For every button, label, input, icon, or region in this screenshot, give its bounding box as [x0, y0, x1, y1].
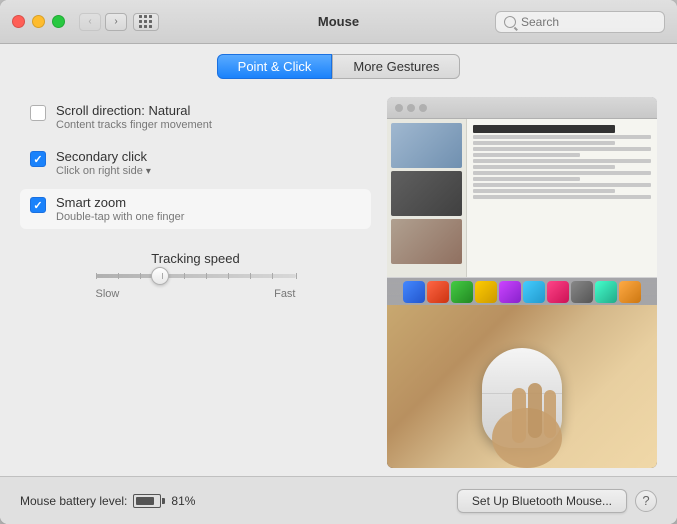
slider-slow-label: Slow — [96, 288, 120, 300]
sidebar-image-3 — [391, 219, 462, 264]
search-bar[interactable] — [495, 11, 665, 33]
smart-zoom-subtitle: Double-tap with one finger — [56, 211, 184, 223]
nav-buttons: ‹ › — [79, 13, 127, 31]
content-line-8 — [473, 177, 580, 181]
slider-track — [96, 274, 296, 278]
scroll-direction-title: Scroll direction: Natural — [56, 103, 212, 118]
dock-bar — [387, 277, 657, 305]
search-icon — [504, 16, 516, 28]
close-button[interactable] — [12, 15, 25, 28]
smart-zoom-option: Smart zoom Double-tap with one finger — [20, 189, 371, 229]
website-preview: DETAIL OBSESSIVES — [387, 97, 657, 277]
secondary-click-dropdown-arrow[interactable]: ▾ — [146, 166, 151, 177]
forward-button[interactable]: › — [105, 13, 127, 31]
slider-fast-label: Fast — [274, 288, 295, 300]
dock-icon-6 — [523, 281, 545, 303]
tracking-section: Tracking speed — [20, 251, 371, 300]
content-line-4 — [473, 153, 580, 157]
maximize-button[interactable] — [52, 15, 65, 28]
search-input[interactable] — [521, 15, 656, 29]
website-content — [387, 119, 657, 277]
slider-container: Slow Fast — [96, 274, 296, 300]
smart-zoom-text: Smart zoom Double-tap with one finger — [56, 195, 184, 223]
tab-more-gestures[interactable]: More Gestures — [332, 54, 460, 79]
tabs-row: Point & Click More Gestures — [0, 44, 677, 87]
bottom-bar: Mouse battery level: 81% Set Up Bluetoot… — [0, 476, 677, 524]
content-line-11 — [473, 195, 651, 199]
battery-fill — [136, 497, 154, 505]
content-line-7 — [473, 171, 651, 175]
content-line-2 — [473, 141, 615, 145]
grid-button[interactable] — [133, 13, 159, 31]
mouse-photo — [387, 305, 657, 468]
preview-panel: DETAIL OBSESSIVES — [387, 97, 657, 468]
main-window: ‹ › Mouse Point & Click More Gestures — [0, 0, 677, 524]
tab-point-click[interactable]: Point & Click — [217, 54, 333, 79]
dock-icon-9 — [595, 281, 617, 303]
dock-icon-4 — [475, 281, 497, 303]
battery-body — [133, 494, 161, 508]
dock-icon-10 — [619, 281, 641, 303]
content-line-1 — [473, 135, 651, 139]
left-panel: Scroll direction: Natural Content tracks… — [20, 97, 371, 468]
traffic-lights — [12, 15, 65, 28]
scroll-direction-checkbox[interactable] — [30, 105, 46, 121]
sidebar-image-1 — [391, 123, 462, 168]
dock-icon-1 — [403, 281, 425, 303]
secondary-click-option: Secondary click Click on right side ▾ — [20, 143, 371, 183]
dock-icon-5 — [499, 281, 521, 303]
content-line-5 — [473, 159, 651, 163]
bluetooth-button[interactable]: Set Up Bluetooth Mouse... — [457, 489, 627, 513]
sidebar-image-2 — [391, 171, 462, 216]
scroll-direction-option: Scroll direction: Natural Content tracks… — [20, 97, 371, 137]
dock-icon-8 — [571, 281, 593, 303]
content-line-9 — [473, 183, 651, 187]
help-button[interactable]: ? — [635, 490, 657, 512]
content-line-6 — [473, 165, 615, 169]
secondary-click-checkbox[interactable] — [30, 151, 46, 167]
secondary-click-subtitle: Click on right side ▾ — [56, 165, 151, 177]
browser-bar — [387, 97, 657, 119]
bottom-right: Set Up Bluetooth Mouse... ? — [457, 489, 657, 513]
browser-dot-1 — [395, 104, 403, 112]
battery-label: Mouse battery level: — [20, 494, 127, 508]
website-title-bar — [473, 125, 615, 133]
dock-icon-7 — [547, 281, 569, 303]
smart-zoom-title: Smart zoom — [56, 195, 184, 210]
titlebar: ‹ › Mouse — [0, 0, 677, 44]
main-content: Scroll direction: Natural Content tracks… — [0, 87, 677, 468]
content-line-10 — [473, 189, 615, 193]
smart-zoom-checkbox[interactable] — [30, 197, 46, 213]
grid-icon — [139, 15, 153, 29]
back-button[interactable]: ‹ — [79, 13, 101, 31]
battery-section: Mouse battery level: 81% — [20, 494, 195, 508]
dock-icon-3 — [451, 281, 473, 303]
battery-icon — [133, 494, 165, 508]
dock-icon-2 — [427, 281, 449, 303]
scroll-direction-text: Scroll direction: Natural Content tracks… — [56, 103, 212, 131]
secondary-click-title: Secondary click — [56, 149, 151, 164]
window-title: Mouse — [318, 14, 359, 29]
scroll-direction-subtitle: Content tracks finger movement — [56, 119, 212, 131]
browser-dot-2 — [407, 104, 415, 112]
battery-percent: 81% — [171, 494, 195, 508]
minimize-button[interactable] — [32, 15, 45, 28]
website-main-content — [467, 119, 657, 277]
secondary-click-text: Secondary click Click on right side ▾ — [56, 149, 151, 177]
website-sidebar — [387, 119, 467, 277]
tracking-label: Tracking speed — [151, 251, 239, 266]
battery-tip — [162, 498, 165, 504]
browser-dot-3 — [419, 104, 427, 112]
slider-thumb[interactable] — [151, 267, 169, 285]
content-line-3 — [473, 147, 651, 151]
hand-svg — [482, 348, 582, 468]
slider-labels: Slow Fast — [96, 288, 296, 300]
